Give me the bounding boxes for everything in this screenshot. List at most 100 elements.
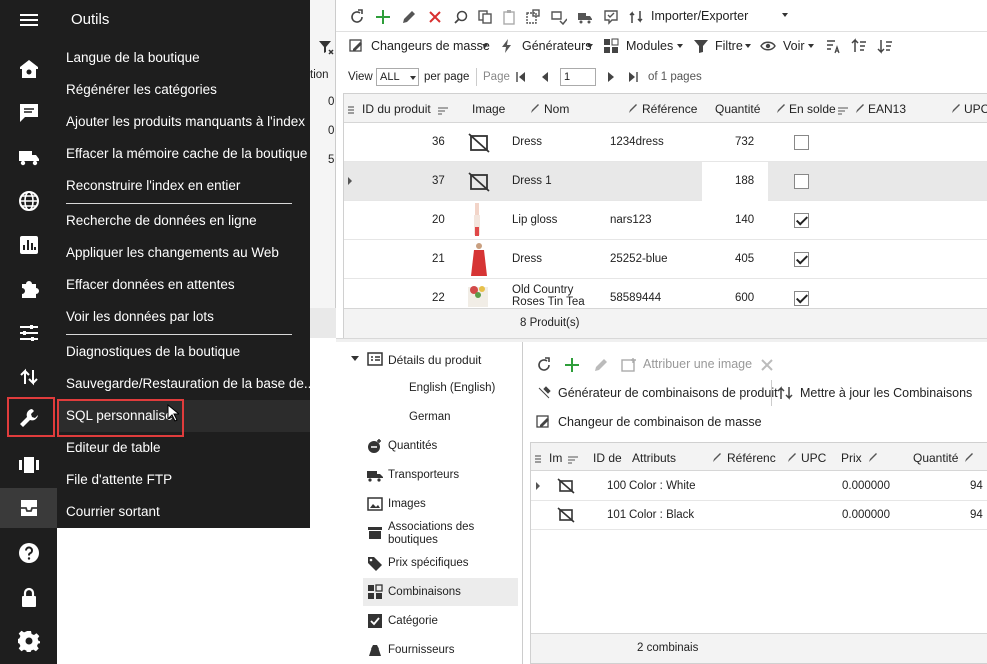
sliders-icon[interactable] xyxy=(0,317,57,349)
delete-icon[interactable] xyxy=(758,356,776,374)
gear-icon[interactable] xyxy=(0,625,57,657)
first-page-icon[interactable] xyxy=(516,71,526,83)
col-header-upc[interactable]: UPC xyxy=(964,102,987,116)
menu-item-apply-changes[interactable]: Appliquer les changements au Web xyxy=(66,243,279,263)
truck-check-icon[interactable] xyxy=(576,8,594,26)
tree-item-suppliers[interactable]: Fournisseurs xyxy=(388,644,454,656)
table-row[interactable]: 22 Old Country Roses Tin Tea 58589444 60… xyxy=(344,279,987,307)
col-header-name[interactable]: Nom xyxy=(544,102,569,116)
mass-changers-button[interactable]: Changeurs de masse xyxy=(371,39,490,53)
on-sale-checkbox[interactable] xyxy=(794,213,809,228)
globe-icon[interactable] xyxy=(0,185,57,217)
table-row[interactable]: 100 Color : White 0.000000 94 xyxy=(531,472,987,501)
table-row[interactable]: 21 Dress 25252-blue 405 xyxy=(344,240,987,279)
store-icon[interactable] xyxy=(0,53,57,85)
col-header-upc[interactable]: UPC xyxy=(801,451,826,465)
col-header-quantity[interactable]: Quantité xyxy=(715,102,760,116)
col-header-quantity[interactable]: Quantité xyxy=(913,451,958,465)
refresh-icon[interactable] xyxy=(348,8,366,26)
edit-icon[interactable] xyxy=(592,356,610,374)
language-item[interactable]: English (English) xyxy=(409,382,495,394)
tree-item-carriers[interactable]: Transporteurs xyxy=(388,469,459,481)
menu-item-clear-pending[interactable]: Effacer données en attentes xyxy=(66,275,235,295)
menu-item-view-batches[interactable]: Voir les données par lots xyxy=(66,307,214,327)
hamburger-menu-icon[interactable] xyxy=(0,4,57,36)
inbox-icon[interactable] xyxy=(0,492,57,524)
move-icon[interactable] xyxy=(550,8,568,26)
on-sale-checkbox[interactable] xyxy=(794,135,809,150)
update-combinations-button[interactable]: Mettre à jour les Combinaisons xyxy=(800,386,972,400)
on-sale-checkbox[interactable] xyxy=(794,174,809,189)
col-header-reference[interactable]: Référenc xyxy=(727,451,776,465)
on-sale-checkbox[interactable] xyxy=(794,252,809,267)
menu-item-online-search[interactable]: Recherche de données en ligne xyxy=(66,211,257,231)
tree-item-shop-associations[interactable]: Associations des boutiques xyxy=(388,521,498,547)
col-header-id[interactable]: ID du produit xyxy=(362,102,431,116)
delete-icon[interactable] xyxy=(426,8,444,26)
sort-down-icon[interactable] xyxy=(876,37,894,55)
table-row[interactable]: 20 Lip gloss nars123 140 xyxy=(344,201,987,240)
col-header-attributes[interactable]: Attributs xyxy=(632,451,676,465)
bar-chart-icon[interactable] xyxy=(0,229,57,261)
tree-item-specific-prices[interactable]: Prix spécifiques xyxy=(388,557,469,569)
col-header-on-sale[interactable]: En solde xyxy=(789,102,836,116)
menu-item-add-missing-products[interactable]: Ajouter les produits manquants à l'index xyxy=(66,112,305,132)
col-header-image[interactable]: Image xyxy=(472,102,505,116)
menu-item-outgoing-mail[interactable]: Courrier sortant xyxy=(66,502,160,522)
tree-item-quantities[interactable]: Quantités xyxy=(388,440,437,452)
import-export-button[interactable]: Importer/Exporter xyxy=(651,9,748,23)
col-header-id[interactable]: ID de xyxy=(593,451,622,465)
menu-item-rebuild-index[interactable]: Reconstruire l'index en entier xyxy=(66,176,240,196)
col-header-price[interactable]: Prix xyxy=(841,451,862,465)
menu-item-diagnostics[interactable]: Diagnostiques de la boutique xyxy=(66,342,240,362)
column-menu-icon[interactable] xyxy=(348,104,354,114)
table-row[interactable]: 37 Dress 1 188 xyxy=(344,162,987,201)
menu-item-backup-restore[interactable]: Sauvegarde/Restauration de la base de... xyxy=(66,374,315,394)
page-input[interactable]: 1 xyxy=(560,68,596,86)
next-page-icon[interactable] xyxy=(606,71,616,83)
duplicate-icon[interactable] xyxy=(524,8,542,26)
column-menu-icon[interactable] xyxy=(535,453,541,463)
sort-az-icon[interactable] xyxy=(824,37,842,55)
filter-button[interactable]: Filtre xyxy=(715,39,743,53)
table-row[interactable]: 101 Color : Black 0.000000 94 xyxy=(531,501,987,530)
table-row[interactable]: 36 Dress 1234dress 732 xyxy=(344,123,987,162)
help-icon[interactable] xyxy=(0,537,57,569)
add-icon[interactable] xyxy=(374,8,392,26)
combination-generator-button[interactable]: Générateur de combinaisons de produit xyxy=(558,386,778,400)
refresh-icon[interactable] xyxy=(535,356,553,374)
last-page-icon[interactable] xyxy=(628,71,638,83)
truck-icon[interactable] xyxy=(0,141,57,173)
col-header-reference[interactable]: Référence xyxy=(642,102,697,116)
prev-page-icon[interactable] xyxy=(540,71,550,83)
col-header-ean13[interactable]: EAN13 xyxy=(868,102,906,116)
check-box-icon[interactable] xyxy=(602,8,620,26)
collapse-chevron-icon[interactable] xyxy=(351,356,359,361)
on-sale-checkbox[interactable] xyxy=(794,291,809,306)
search-icon[interactable] xyxy=(452,8,470,26)
combination-mass-changer-button[interactable]: Changeur de combinaison de masse xyxy=(558,415,762,429)
sort-arrows-icon[interactable] xyxy=(0,361,57,393)
edit-icon[interactable] xyxy=(400,8,418,26)
sort-up-icon[interactable] xyxy=(850,37,868,55)
menu-item-regenerate-categories[interactable]: Régénérer les catégories xyxy=(66,80,217,100)
col-header-image[interactable]: Im xyxy=(549,451,562,465)
add-icon[interactable] xyxy=(563,356,581,374)
assign-image-button[interactable]: Attribuer une image xyxy=(643,357,752,371)
menu-item-clear-cache[interactable]: Effacer la mémoire cache de la boutique xyxy=(66,144,307,164)
import-export-icon[interactable] xyxy=(628,8,646,26)
tree-item-combinations[interactable]: Combinaisons xyxy=(388,586,461,598)
language-item[interactable]: German xyxy=(409,411,451,423)
lock-icon[interactable] xyxy=(0,581,57,613)
copy-icon[interactable] xyxy=(476,8,494,26)
generators-button[interactable]: Générateurs xyxy=(522,39,591,53)
tree-item-images[interactable]: Images xyxy=(388,498,426,510)
comment-icon[interactable] xyxy=(0,97,57,129)
tree-item-category[interactable]: Catégorie xyxy=(388,615,438,627)
filter-icon[interactable] xyxy=(318,39,334,55)
modules-button[interactable]: Modules xyxy=(626,39,673,53)
view-button[interactable]: Voir xyxy=(783,39,805,53)
view-select[interactable]: ALL xyxy=(376,68,419,86)
menu-item-shop-language[interactable]: Langue de la boutique xyxy=(66,48,200,68)
puzzle-icon[interactable] xyxy=(0,273,57,305)
